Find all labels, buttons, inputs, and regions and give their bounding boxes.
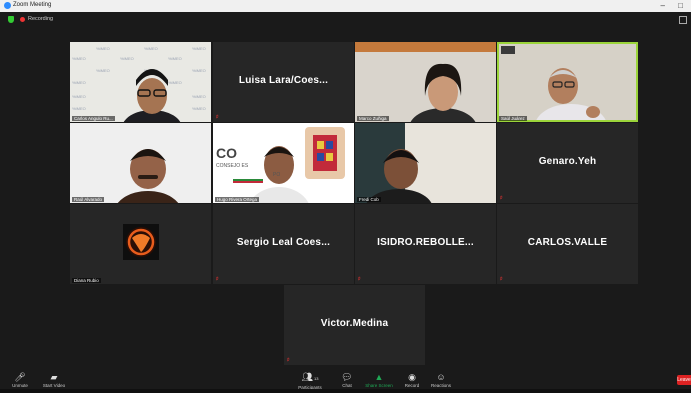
- participant-name: Sergio Leal Coes...: [236, 237, 331, 248]
- svg-text:%IMEO: %IMEO: [144, 46, 158, 51]
- participant-name-label: Raúl Alvarado: [72, 197, 105, 202]
- reactions-button[interactable]: ☺ Reactions: [428, 372, 454, 388]
- reactions-icon: ☺: [436, 372, 446, 382]
- video-off-icon: ▰: [50, 372, 58, 382]
- participants-count: 13: [313, 376, 319, 381]
- participant-name: Genaro.Yeh: [538, 156, 597, 167]
- participant-name: ISIDRO.REBOLLE...: [377, 237, 474, 248]
- svg-text:%IMEO: %IMEO: [72, 106, 86, 111]
- participant-name-label: Carlos Angulo Ru...: [72, 116, 115, 121]
- participant-name-label: Saúl Juárez: [499, 116, 527, 121]
- video-feed: [499, 44, 636, 122]
- recording-label: Recording: [28, 16, 54, 22]
- banner-text: CO: [216, 145, 237, 161]
- participants-icon: 👥︎13: [301, 372, 319, 382]
- video-feed: [117, 149, 179, 203]
- share-screen-button[interactable]: ▲ Share Screen: [364, 372, 394, 388]
- chat-button[interactable]: 💬︎ Chat: [338, 372, 356, 388]
- os-taskbar: [0, 389, 691, 393]
- meeting-status-bar: Recording: [0, 12, 691, 28]
- mic-muted-icon: ♯: [500, 195, 503, 201]
- svg-text:%IMEO: %IMEO: [96, 68, 110, 73]
- minimize-button[interactable]: –: [661, 1, 665, 10]
- mic-muted-icon: ♯: [358, 276, 361, 282]
- window-title: Zoom Meeting: [13, 2, 52, 8]
- participant-name: Victor.Medina: [320, 318, 389, 329]
- svg-text:%IMEO: %IMEO: [72, 56, 86, 61]
- start-video-button[interactable]: ▰ Start Video: [40, 372, 68, 388]
- participant-tile-p8[interactable]: Genaro.Yeh ♯: [497, 123, 638, 203]
- participant-tile-p9[interactable]: Diana Rubio: [70, 204, 211, 284]
- zoom-logo-icon: [4, 2, 11, 9]
- video-feed: %IMEO %IMEO %IMEO %IMEO %IMEO %IMEO %IMEO %IM…: [72, 46, 206, 122]
- svg-text:%IMEO: %IMEO: [192, 46, 206, 51]
- svg-text:%IMEO: %IMEO: [168, 80, 182, 85]
- svg-text:%IMEO: %IMEO: [192, 68, 206, 73]
- mic-muted-icon: ♯: [216, 276, 219, 282]
- window-titlebar: Zoom Meeting – □: [0, 0, 691, 12]
- mic-muted-icon: ♯: [500, 276, 503, 282]
- participant-name: CARLOS.VALLE: [527, 237, 608, 248]
- security-shield-icon[interactable]: [8, 16, 14, 23]
- participant-tile-p13[interactable]: Victor.Medina ♯: [284, 285, 425, 365]
- participant-tile-p4[interactable]: Saúl Juárez: [497, 42, 638, 122]
- participant-tile-p5[interactable]: Raúl Alvarado: [70, 123, 211, 203]
- svg-text:%IMEO: %IMEO: [72, 80, 86, 85]
- svg-text:%IMEO: %IMEO: [192, 94, 206, 99]
- chat-icon: 💬︎: [341, 372, 353, 382]
- leave-button[interactable]: Leave: [677, 375, 691, 385]
- record-button[interactable]: ◉ Record: [402, 372, 422, 388]
- participant-tile-p1[interactable]: %IMEO %IMEO %IMEO %IMEO %IMEO %IMEO %IMEO %IM…: [70, 42, 211, 122]
- svg-text:%IMEO: %IMEO: [168, 56, 182, 61]
- participant-name-label: Hugo Rivera Ortega: [215, 197, 260, 202]
- participant-name-label: Diana Rubio: [72, 278, 101, 283]
- microphone-muted-icon: 🎤︎: [14, 372, 26, 382]
- mic-muted-icon: ♯: [216, 114, 219, 120]
- recording-dot-icon: [20, 17, 25, 22]
- svg-text:%IMEO: %IMEO: [192, 106, 206, 111]
- participant-tile-p2[interactable]: Luisa Lara/Coes... ♯: [213, 42, 354, 122]
- mic-muted-icon: ♯: [287, 357, 290, 363]
- video-feed: [355, 42, 496, 122]
- gallery-view-icon[interactable]: [679, 16, 687, 24]
- participant-tile-p12[interactable]: CARLOS.VALLE ♯: [497, 204, 638, 284]
- banner-subtext-2: PO: [273, 172, 281, 178]
- share-screen-icon: ▲: [374, 372, 384, 382]
- maximize-button[interactable]: □: [678, 1, 683, 10]
- participant-name-label: Fredi Cob: [357, 197, 381, 202]
- participant-tile-p7[interactable]: Fredi Cob: [355, 123, 496, 203]
- svg-text:%IMEO: %IMEO: [96, 46, 110, 51]
- participants-button[interactable]: 👥︎13 Participants: [292, 372, 328, 390]
- participant-tile-p11[interactable]: ISIDRO.REBOLLE... ♯: [355, 204, 496, 284]
- participant-name-label: Marco Zuñiga: [357, 116, 389, 121]
- participant-name: Luisa Lara/Coes...: [238, 75, 329, 86]
- participant-tile-p6[interactable]: CO CONSEJO ES PO Hugo Rivera Ortega: [213, 123, 354, 203]
- profile-avatar: [123, 224, 159, 260]
- video-feed: [355, 123, 496, 203]
- participant-tile-p3[interactable]: Marco Zuñiga: [355, 42, 496, 122]
- participant-tile-p10[interactable]: Sergio Leal Coes... ♯: [213, 204, 354, 284]
- record-icon: ◉: [408, 372, 416, 382]
- banner-subtext: CONSEJO ES: [216, 163, 249, 169]
- svg-text:%IMEO: %IMEO: [120, 56, 134, 61]
- unmute-button[interactable]: 🎤︎ Unmute: [8, 372, 32, 388]
- svg-text:%IMEO: %IMEO: [72, 94, 86, 99]
